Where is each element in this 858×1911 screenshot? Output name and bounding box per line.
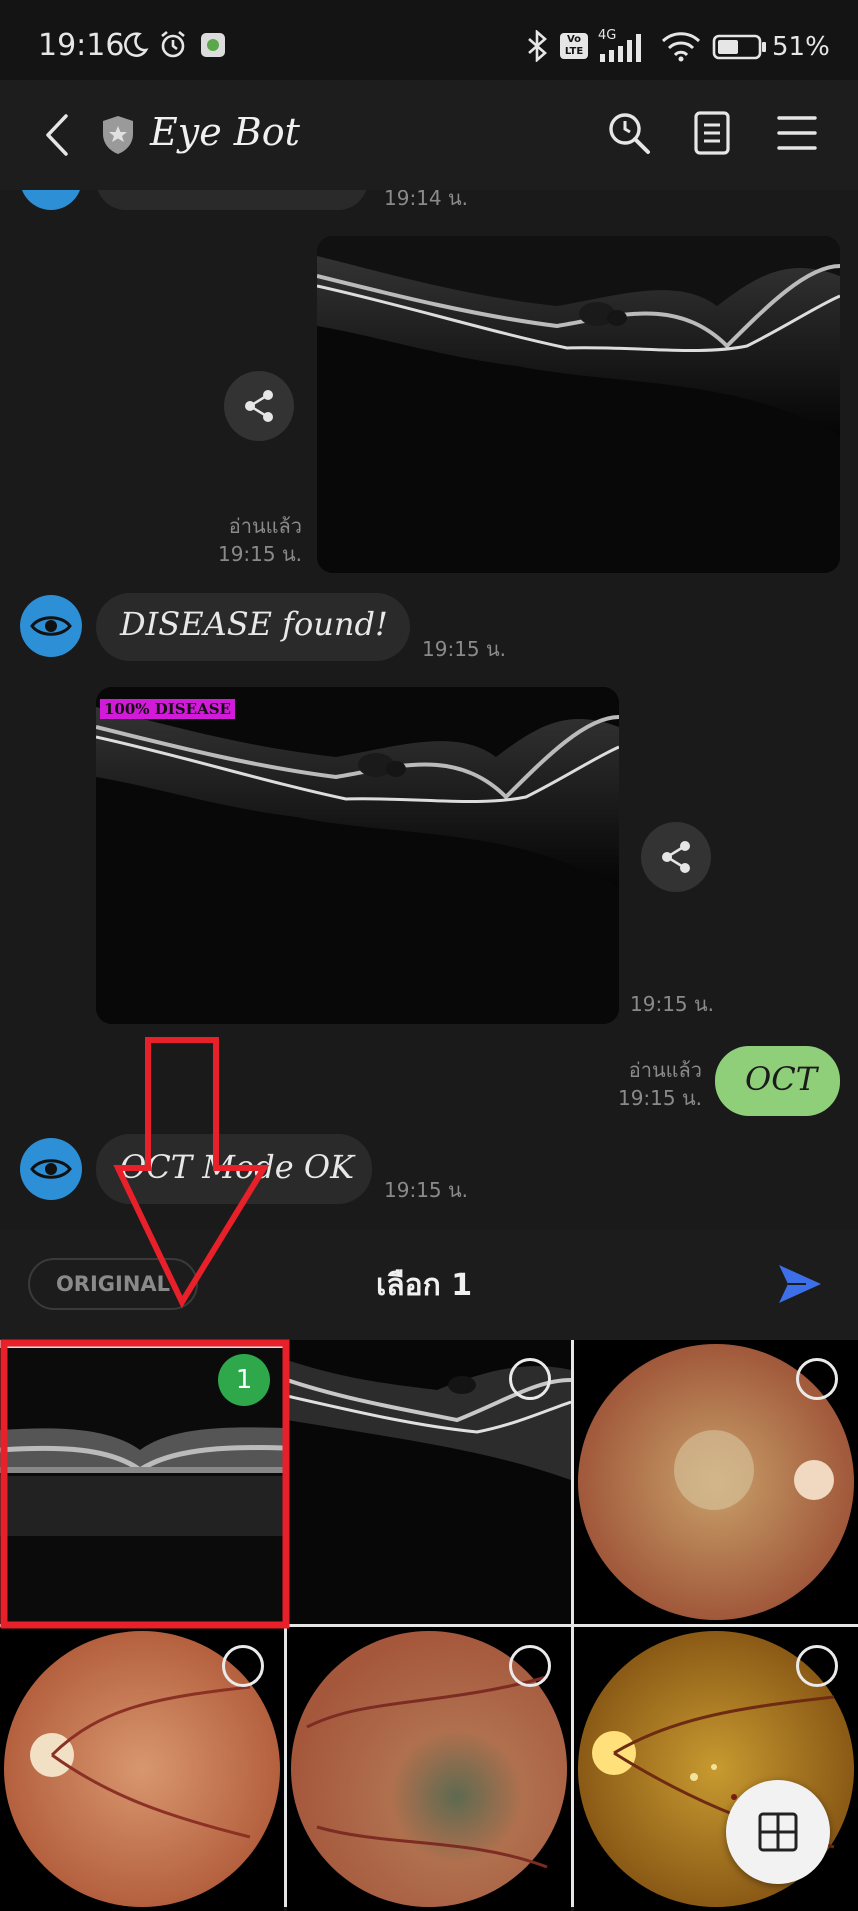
eye-icon [30, 1159, 72, 1179]
grid-thumb-oct-1[interactable]: 1 [0, 1340, 284, 1624]
select-circle[interactable] [509, 1645, 551, 1687]
media-grid[interactable]: 1 [0, 1340, 858, 1911]
message-time: 19:15 น. [384, 1178, 469, 1202]
disease-label: 100% DISEASE [100, 699, 235, 719]
original-toggle[interactable]: ORIGINAL [28, 1258, 198, 1310]
message-bubble[interactable] [96, 190, 368, 210]
bluetooth-icon [528, 30, 547, 62]
message-time: 19:14 น. [384, 190, 469, 210]
read-receipt: อ่านแล้ว [228, 514, 302, 538]
search-icon[interactable] [606, 110, 652, 156]
share-icon [662, 841, 690, 873]
grid-thumb-fundus-2[interactable] [0, 1627, 284, 1911]
app-icon [201, 33, 225, 57]
message-text: OCT Mode OK [120, 1148, 354, 1186]
battery-icon [712, 34, 766, 60]
chat-header: Eye Bot [0, 80, 858, 190]
result-image[interactable]: 100% DISEASE [96, 687, 619, 1024]
message-time: 19:15 น. [617, 1086, 702, 1110]
message-time: 19:15 น. [217, 542, 302, 566]
send-icon[interactable] [776, 1262, 824, 1306]
wifi-icon [661, 32, 701, 62]
select-circle[interactable] [222, 1645, 264, 1687]
status-time: 19:16 [38, 28, 125, 63]
grid-thumb-oct-2[interactable] [287, 1340, 571, 1624]
alarm-icon [161, 30, 185, 58]
select-count: เลือก 1 [376, 1268, 473, 1303]
share-icon [245, 390, 273, 422]
selected-badge[interactable]: 1 [218, 1354, 270, 1406]
message-bubble[interactable]: DISEASE found! [96, 593, 410, 661]
select-circle[interactable] [796, 1645, 838, 1687]
selected-number: 1 [235, 1365, 253, 1395]
read-receipt: อ่านแล้ว [628, 1058, 702, 1082]
share-button[interactable] [224, 371, 294, 441]
select-circle[interactable] [509, 1358, 551, 1400]
menu-icon[interactable] [776, 114, 818, 152]
bot-avatar[interactable] [20, 190, 82, 210]
chat-title: Eye Bot [150, 110, 300, 154]
bot-avatar[interactable] [20, 1138, 82, 1200]
moon-icon [124, 32, 149, 57]
sent-image[interactable] [317, 236, 840, 573]
battery-percent: 51% [772, 32, 830, 62]
message-text: DISEASE found! [120, 605, 388, 643]
original-label: ORIGINAL [55, 1272, 171, 1296]
message-bubble[interactable]: OCT Mode OK [96, 1134, 372, 1204]
notes-icon[interactable] [692, 110, 732, 156]
volte-label: Vo LTE [564, 34, 584, 57]
share-button[interactable] [641, 822, 711, 892]
select-circle[interactable] [796, 1358, 838, 1400]
message-time: 19:15 น. [630, 992, 715, 1016]
volte-icon: Vo LTE [560, 33, 588, 59]
grid-icon [758, 1812, 798, 1852]
oct-scan-image [317, 236, 840, 573]
signal-icon [600, 34, 641, 62]
message-time: 19:15 น. [422, 637, 507, 661]
chat-area[interactable]: 19:14 น. อ่านแล้ว 19:15 น. DISEASE found… [0, 190, 858, 1230]
status-bar: 19:16 Vo LTE 4G 51% [0, 0, 858, 80]
media-picker-bar: ORIGINAL เลือก 1 [0, 1230, 858, 1340]
bot-avatar[interactable] [20, 595, 82, 657]
sent-bubble[interactable]: OCT [715, 1046, 840, 1116]
grid-view-button[interactable] [726, 1780, 830, 1884]
message-text: OCT [745, 1060, 818, 1098]
grid-thumb-fundus-3[interactable] [287, 1627, 571, 1911]
back-icon[interactable] [40, 110, 74, 160]
shield-icon [103, 116, 133, 154]
oct-result-image [96, 687, 619, 1024]
grid-thumb-fundus-1[interactable] [574, 1340, 858, 1624]
eye-icon [30, 616, 72, 636]
